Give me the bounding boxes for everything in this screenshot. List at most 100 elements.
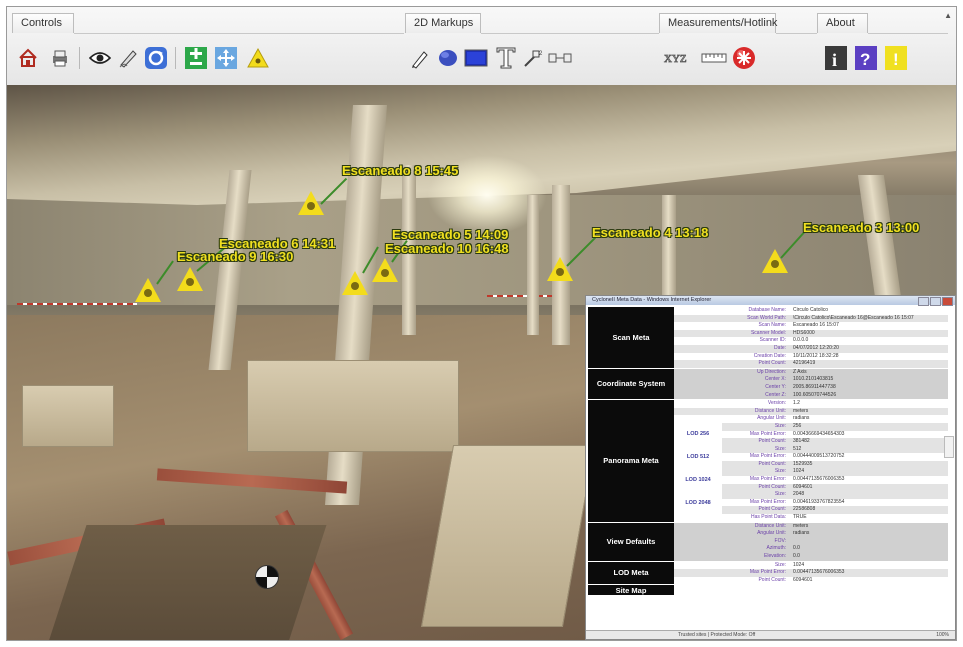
meta-sections: Scan Meta Database Name: Circulo Catolico S… xyxy=(588,307,948,597)
meta-key: Center Z: xyxy=(765,391,786,398)
refresh-icon[interactable] xyxy=(143,45,169,71)
meta-key: Size: xyxy=(774,468,786,475)
minimize-icon[interactable] xyxy=(918,297,929,306)
text-icon[interactable] xyxy=(493,45,519,71)
meta-value: 1529935 xyxy=(793,460,813,467)
hotlink-icon[interactable] xyxy=(731,45,757,71)
coordinate-system-section: Coordinate System Up Direction: Z Axis Cent… xyxy=(588,368,948,401)
tab-about[interactable]: About xyxy=(817,13,868,33)
meta-window-titlebar[interactable]: CycloneII Meta Data - Windows Internet E… xyxy=(586,296,955,306)
scan-marker-6-icon[interactable] xyxy=(177,267,203,291)
lod-group: LOD 256 Size: 256 Max Point Error: 0.0043666… xyxy=(674,422,948,446)
link-tool-icon[interactable]: 2 xyxy=(521,45,547,71)
meta-data-window[interactable]: CycloneII Meta Data - Windows Internet E… xyxy=(585,295,956,640)
toolbar-scroll-up-icon[interactable]: ▲ xyxy=(944,11,952,20)
toolbar: Controls 2D Markups Measurements/Hotlink… xyxy=(7,7,956,86)
scan-marker-9-icon[interactable] xyxy=(135,278,161,302)
meta-value: Escaneado 16 15:07 xyxy=(793,322,839,329)
meta-key: Scan Name: xyxy=(758,322,786,329)
help-glyph: ? xyxy=(860,50,870,69)
scan-marker-9-label[interactable]: Escaneado 9 16:30 xyxy=(177,249,293,264)
ellipse-icon[interactable] xyxy=(435,45,461,71)
meta-key: Azimuth: xyxy=(766,545,786,552)
scan-meta-section-heading: Scan Meta xyxy=(588,307,674,368)
scan-meta-section: Scan Meta Database Name: Circulo Catolico S… xyxy=(588,307,948,369)
meta-key: Elevation: xyxy=(764,553,786,559)
meta-row: Max Point Error: 0.00444009513720752 xyxy=(722,453,948,461)
meta-row: Point Count: 42196419 xyxy=(674,360,948,368)
maximize-icon[interactable] xyxy=(930,297,941,306)
meta-key: Scan World Path: xyxy=(747,314,786,321)
scan-marker-5-label[interactable]: Escaneado 5 14:09 xyxy=(392,227,508,242)
meta-row: Size: 1024 xyxy=(674,562,948,570)
scan-marker-5-icon[interactable] xyxy=(342,271,368,295)
pan-icon[interactable] xyxy=(213,45,239,71)
xyz-coordinate-icon[interactable]: XYZ xyxy=(663,45,697,71)
tab-controls[interactable]: Controls xyxy=(12,13,74,33)
info-glyph: i xyxy=(832,50,837,70)
view-defaults-section-heading: View Defaults xyxy=(588,522,674,561)
meta-value: 0.00461933767823554 xyxy=(793,498,845,505)
meta-value: 2048 xyxy=(793,491,805,498)
tab-measurements-hotlink[interactable]: Measurements/Hotlink xyxy=(659,13,777,33)
warning-icon[interactable]: ! xyxy=(883,45,909,71)
viewer-window: Controls 2D Markups Measurements/Hotlink… xyxy=(6,6,957,641)
meta-row: Angular Unit: radians xyxy=(674,530,948,538)
meta-value: 1.2 xyxy=(793,400,800,407)
marker-icon[interactable] xyxy=(245,45,271,71)
pencil-icon[interactable] xyxy=(407,45,433,71)
meta-key: Point Count: xyxy=(758,506,786,513)
rectangle-icon[interactable] xyxy=(463,45,489,71)
meta-key: Scanner ID: xyxy=(759,337,786,344)
zoom-icon[interactable] xyxy=(183,45,209,71)
tab-divider xyxy=(74,33,404,34)
pen-icon[interactable] xyxy=(115,45,141,71)
scan-marker-4-icon[interactable] xyxy=(547,257,573,281)
svg-text:2: 2 xyxy=(539,51,543,57)
tab-divider xyxy=(868,33,948,34)
meta-rows: Database Name: Circulo Catolico Scan World… xyxy=(674,307,948,368)
eye-icon[interactable] xyxy=(87,45,113,71)
tab-2d-markups[interactable]: 2D Markups xyxy=(405,13,481,33)
scrollbar-thumb[interactable] xyxy=(944,436,954,458)
scan-marker-10-icon[interactable] xyxy=(372,258,398,282)
meta-rows: Distance Unit: meters Angular Unit: radians… xyxy=(674,522,948,561)
meta-key: Distance Unit: xyxy=(754,407,786,414)
scan-marker-8-icon[interactable] xyxy=(298,191,324,215)
meta-key: Creation Date: xyxy=(753,352,786,359)
coordinate-system-section-heading: Coordinate System xyxy=(588,368,674,400)
scan-marker-8-label[interactable]: Escaneado 8 15:45 xyxy=(342,163,458,178)
scan-marker-3-label[interactable]: Escaneado 3 13:00 xyxy=(803,220,919,235)
stone-wall xyxy=(22,385,114,447)
site-map-section-heading: Site Map xyxy=(588,585,674,596)
xyz-text: XYZ xyxy=(664,53,687,65)
distance-icon[interactable] xyxy=(701,45,727,71)
connector-icon[interactable] xyxy=(547,45,573,71)
lod-rows: Size: 512 Max Point Error: 0.00444009513720… xyxy=(722,445,948,469)
stone-wall xyxy=(247,360,459,452)
meta-row: Point Count: 6094601 xyxy=(674,577,948,585)
meta-key: Max Point Error: xyxy=(749,430,786,437)
home-icon[interactable] xyxy=(15,45,41,71)
lod-label: LOD 256 xyxy=(686,431,710,438)
meta-value: 0.0 xyxy=(793,545,800,552)
meta-value: radians xyxy=(793,530,810,537)
meta-value: 0.00447135676006353 xyxy=(793,476,845,483)
meta-value: 1024 xyxy=(793,468,805,475)
meta-row: Database Name: Circulo Catolico xyxy=(674,307,948,315)
meta-key: Point Count: xyxy=(758,460,786,467)
scan-marker-3-icon[interactable] xyxy=(762,249,788,273)
close-icon[interactable] xyxy=(942,297,953,306)
meta-key: Date: xyxy=(774,344,786,351)
lod-group: LOD 1024 Size: 1024 Max Point Error: 0.00447… xyxy=(674,468,948,492)
help-icon[interactable]: ? xyxy=(853,45,879,71)
print-icon[interactable] xyxy=(47,45,73,71)
meta-row: Max Point Error: 0.00447135676006353 xyxy=(674,569,948,577)
meta-key: Center Y: xyxy=(765,383,786,390)
info-icon[interactable]: i xyxy=(823,45,849,71)
scan-marker-10-label[interactable]: Escaneado 10 16:48 xyxy=(385,241,509,256)
meta-row: FOV: xyxy=(674,537,948,546)
panorama-view[interactable]: Escaneado 8 15:45 Escaneado 6 14:31 Esca… xyxy=(7,85,956,640)
scan-marker-4-label[interactable]: Escaneado 4 13:18 xyxy=(592,225,708,240)
meta-row: Point Count: 1529935 xyxy=(722,460,948,469)
